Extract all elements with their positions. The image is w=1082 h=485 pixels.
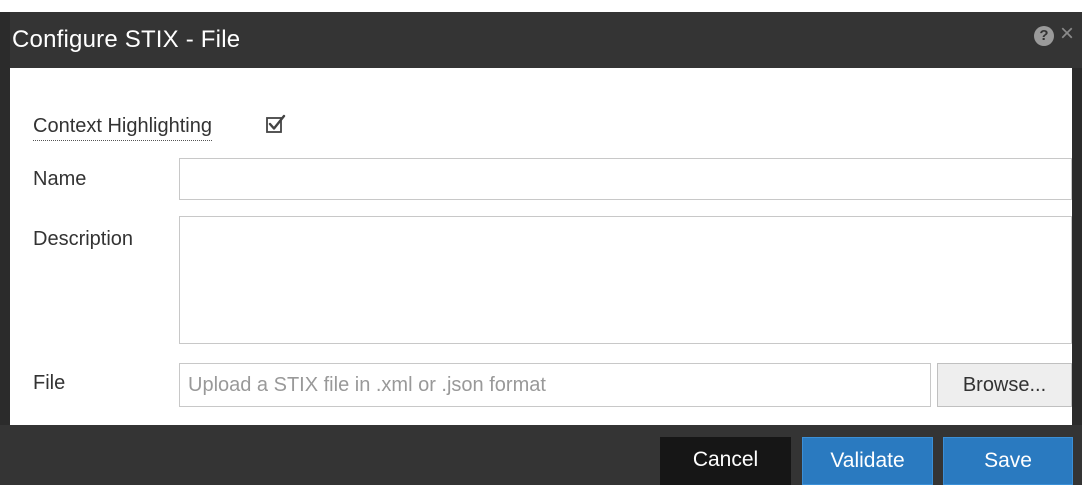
context-highlighting-label: Context Highlighting: [33, 115, 212, 141]
name-input[interactable]: [179, 158, 1072, 200]
help-icon[interactable]: ?: [1034, 26, 1054, 46]
context-highlighting-checkbox[interactable]: [265, 113, 287, 135]
dialog-footer: Cancel Validate Save: [0, 425, 1082, 485]
name-label: Name: [33, 168, 87, 190]
browse-button[interactable]: Browse...: [937, 363, 1072, 407]
dialog-title: Configure STIX - File: [12, 26, 241, 53]
cancel-button[interactable]: Cancel: [660, 437, 791, 485]
checkbox-checked-icon: [266, 114, 286, 133]
file-label: File: [33, 372, 66, 394]
description-label: Description: [33, 228, 134, 250]
file-path-input[interactable]: [179, 363, 931, 407]
configure-stix-file-dialog: Configure STIX - File ? × Context Highli…: [0, 0, 1082, 485]
save-button[interactable]: Save: [943, 437, 1073, 485]
close-icon[interactable]: ×: [1060, 22, 1074, 46]
validate-button[interactable]: Validate: [802, 437, 933, 485]
description-textarea[interactable]: [179, 216, 1072, 344]
dialog-titlebar: Configure STIX - File: [0, 12, 1082, 68]
